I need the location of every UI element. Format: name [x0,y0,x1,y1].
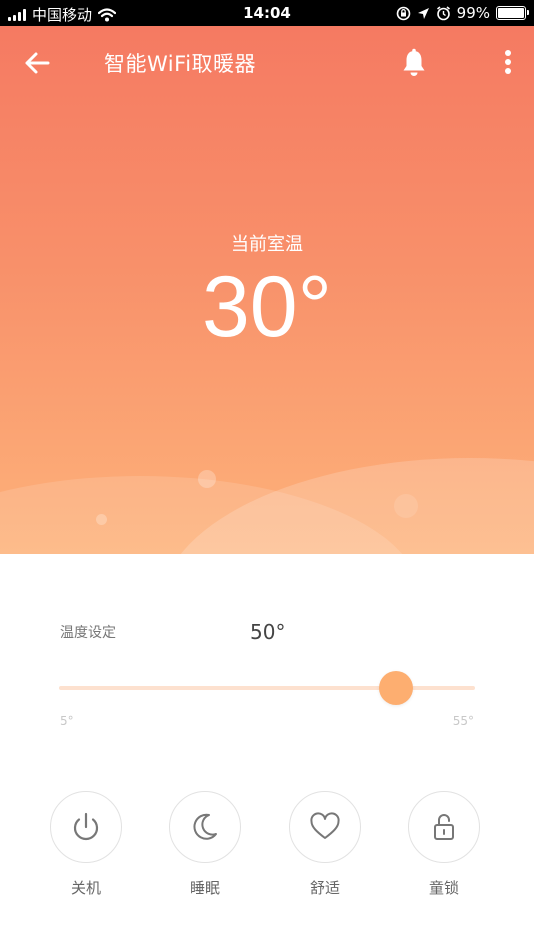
comfort-button[interactable] [289,791,361,863]
current-temp-label: 当前室温 [231,234,303,255]
temp-slider-thumb[interactable] [378,671,413,705]
child-lock-label: 童锁 [428,879,459,897]
temp-setting-value: 50° [250,620,286,644]
power-label: 关机 [70,879,101,897]
status-bar: 中国移动 14:04 99% [0,0,534,26]
status-right: 99% [396,4,529,22]
comfort-label: 舒适 [309,879,340,897]
heart-icon [310,812,340,839]
page-title: 智能WiFi取暖器 [104,52,257,76]
hero-panel: 智能WiFi取暖器 当前室温 30° [0,26,534,554]
location-icon [417,7,429,19]
current-temp-value: 30° [201,259,333,355]
moon-icon [193,813,217,840]
sleep-button[interactable] [169,791,241,863]
bell-icon[interactable] [400,48,428,78]
battery-percent: 99% [456,4,490,22]
power-button[interactable] [50,791,122,863]
slider-min-label: 5° [60,714,74,728]
temp-setting-label: 温度设定 [60,625,116,641]
comfort-control[interactable]: 舒适 [288,791,362,898]
power-control[interactable]: 关机 [49,791,123,898]
more-vertical-icon[interactable] [498,48,518,78]
child-lock-control[interactable]: 童锁 [407,791,481,898]
sleep-label: 睡眠 [189,879,220,897]
lock-icon [434,814,454,840]
decor-bubble [96,514,107,525]
nav-bar: 智能WiFi取暖器 [0,26,534,98]
slider-max-label: 55° [452,714,474,728]
child-lock-button[interactable] [408,791,480,863]
power-icon [73,812,99,841]
battery-icon [496,6,529,20]
orientation-lock-icon [396,6,410,20]
back-arrow-icon[interactable] [22,48,52,78]
battery-level [498,8,524,18]
alarm-icon [436,5,450,20]
decor-bubble [198,470,216,488]
sleep-control[interactable]: 睡眠 [168,791,242,898]
decor-bubble [394,494,418,518]
